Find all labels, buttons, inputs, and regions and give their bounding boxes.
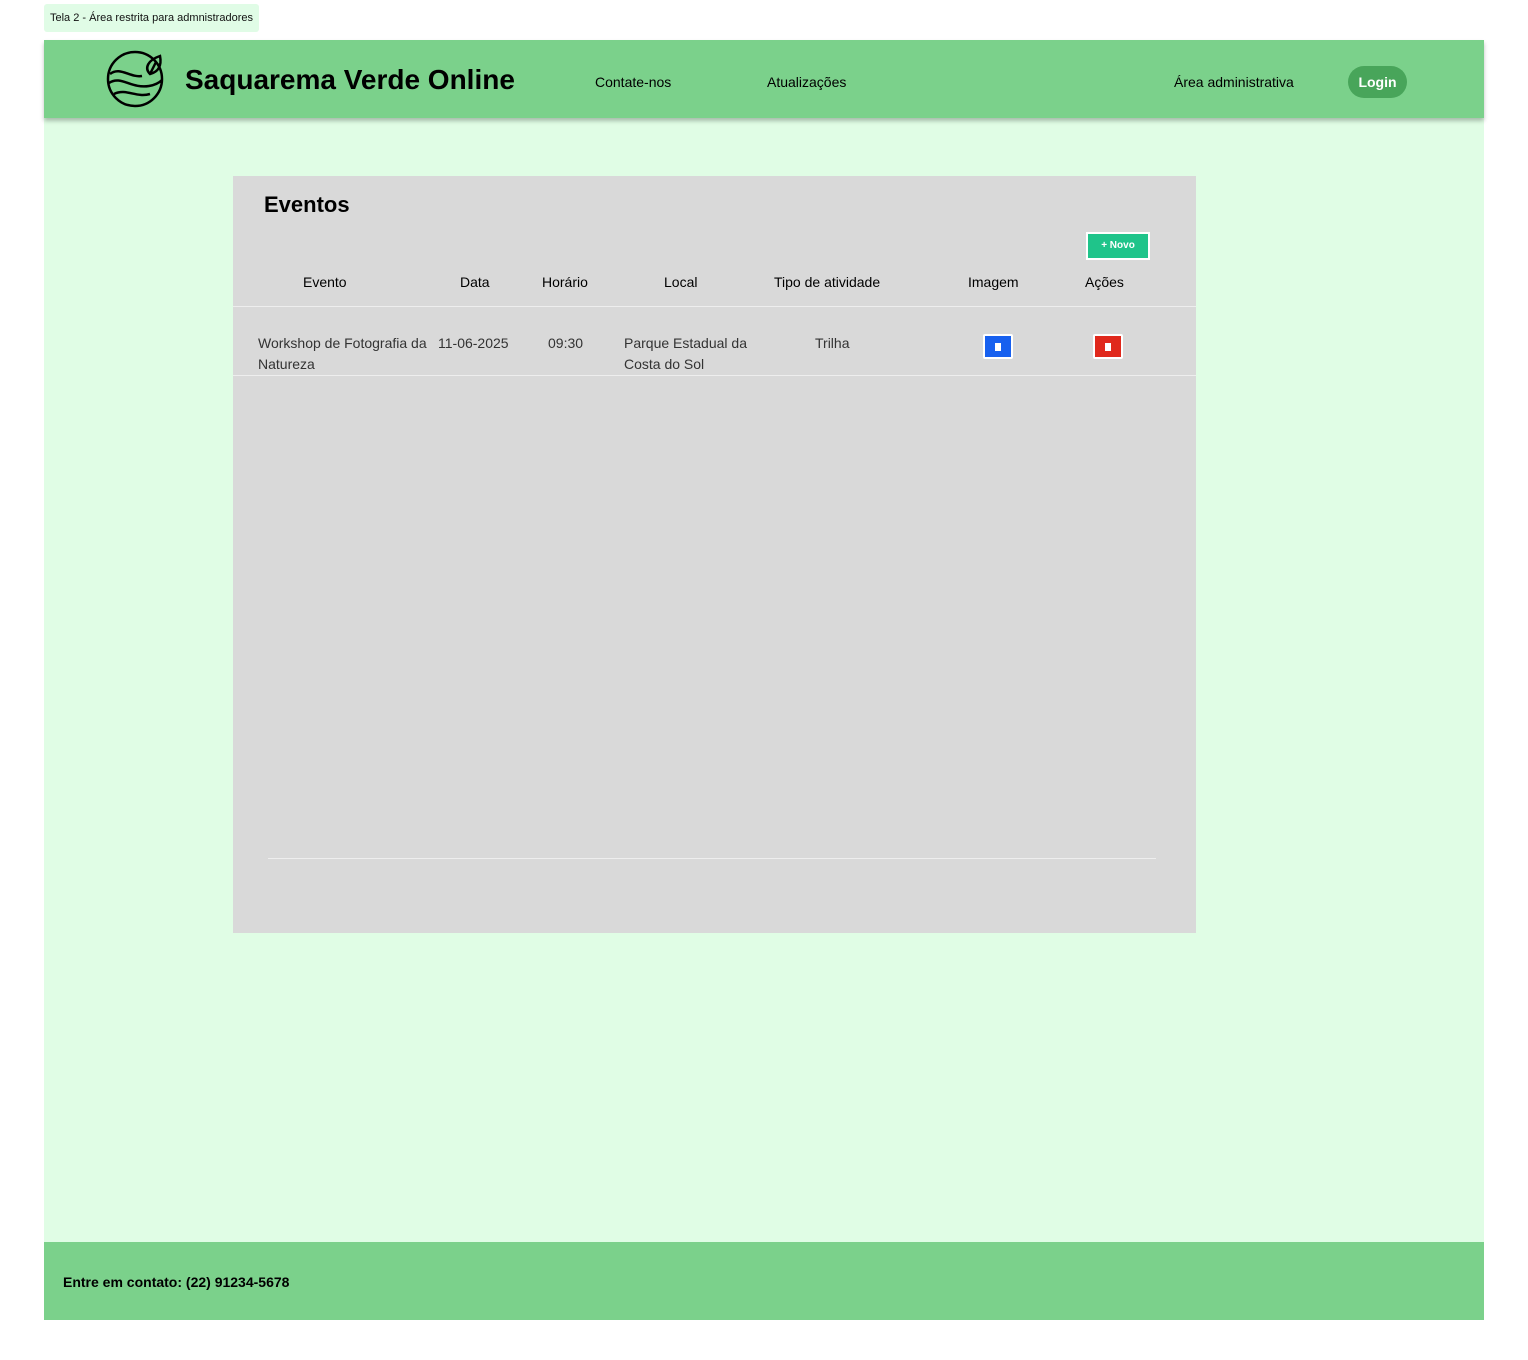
screen-annotation: Tela 2 - Área restrita para admnistrador…: [44, 4, 259, 32]
col-local: Local: [664, 274, 698, 290]
page-title: Eventos: [264, 192, 350, 217]
col-data: Data: [460, 274, 490, 290]
delete-button[interactable]: [1093, 334, 1123, 359]
col-evento: Evento: [303, 274, 347, 290]
nav-updates[interactable]: Atualizações: [767, 74, 846, 90]
cell-horario: 09:30: [548, 335, 584, 351]
view-image-button[interactable]: [983, 334, 1013, 359]
col-imagem: Imagem: [968, 274, 1019, 290]
col-tipo: Tipo de atividade: [774, 274, 881, 290]
col-horario: Horário: [542, 274, 588, 290]
nav-contact[interactable]: Contate-nos: [595, 74, 671, 90]
cell-local: Parque Estadual da Costa do Sol: [624, 335, 747, 372]
row-divider: [233, 375, 1196, 376]
file-icon: [995, 342, 1001, 351]
cell-evento: Workshop de Fotografia da Natureza: [258, 335, 427, 372]
events-panel: Eventos + Novo Evento Data Horário Local…: [233, 176, 1196, 933]
header: Saquarema Verde Online Contate-nos Atual…: [44, 40, 1484, 118]
new-event-button[interactable]: + Novo: [1086, 232, 1150, 260]
footer-contact: Entre em contato: (22) 91234-5678: [63, 1274, 290, 1290]
cell-data: 11-06-2025: [438, 335, 509, 351]
brand-title: Saquarema Verde Online: [185, 64, 515, 95]
page: Saquarema Verde Online Contate-nos Atual…: [44, 40, 1484, 1320]
trash-icon: [1105, 342, 1111, 351]
cell-tipo: Trilha: [815, 335, 850, 351]
leaf-wave-logo-icon: [106, 50, 164, 108]
col-acoes: Ações: [1085, 274, 1124, 290]
bottom-divider: [268, 858, 1156, 859]
footer: Entre em contato: (22) 91234-5678: [44, 1242, 1484, 1320]
login-button[interactable]: Login: [1348, 66, 1407, 98]
nav-admin[interactable]: Área administrativa: [1174, 74, 1294, 90]
header-divider: [233, 306, 1196, 307]
